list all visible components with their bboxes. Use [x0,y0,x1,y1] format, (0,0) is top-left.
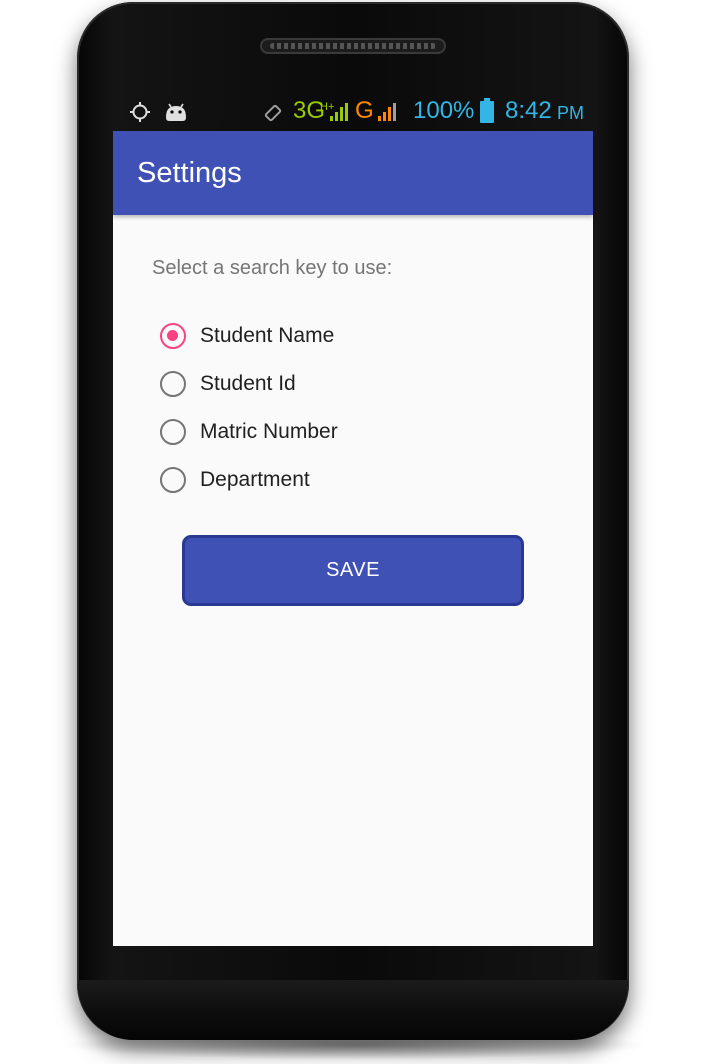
radio-label: Student Name [200,324,335,347]
device-frame: 3G H+ G 100% 8:42 PM Settings Select a s… [0,0,705,1064]
status-bar: 3G H+ G 100% 8:42 PM [113,92,593,130]
app-bar: Settings [113,131,593,215]
radio-unchecked-icon [160,467,186,493]
gps-icon [129,101,151,128]
signal-icon-3g [329,102,349,127]
clock-ampm: PM [557,103,584,123]
radio-label: Matric Number [200,420,338,443]
radio-label: Department [200,468,310,491]
battery-percent-label: 100% [413,97,475,124]
app-screen: Settings Select a search key to use: Stu… [113,131,593,946]
radio-unchecked-icon [160,371,186,397]
rotate-icon [263,103,283,128]
radio-dot-icon [167,330,178,341]
speaker-grille [260,38,446,54]
battery-icon [479,98,495,129]
clock-time: 8:42 [505,97,552,124]
phone-chin [78,980,628,1040]
radio-student-name[interactable]: Student Name [160,320,460,356]
radio-department[interactable]: Department [160,464,460,500]
radio-student-id[interactable]: Student Id [160,368,460,404]
android-debug-icon [163,101,189,128]
signal-icon-g [377,102,401,127]
search-key-prompt: Select a search key to use: [152,257,393,279]
save-button[interactable]: SAVE [182,535,524,606]
radio-unchecked-icon [160,419,186,445]
radio-matric-number[interactable]: Matric Number [160,416,460,452]
radio-label: Student Id [200,372,296,395]
network-g-label: G [355,97,374,124]
page-title: Settings [137,157,242,189]
radio-checked-icon [160,323,186,349]
